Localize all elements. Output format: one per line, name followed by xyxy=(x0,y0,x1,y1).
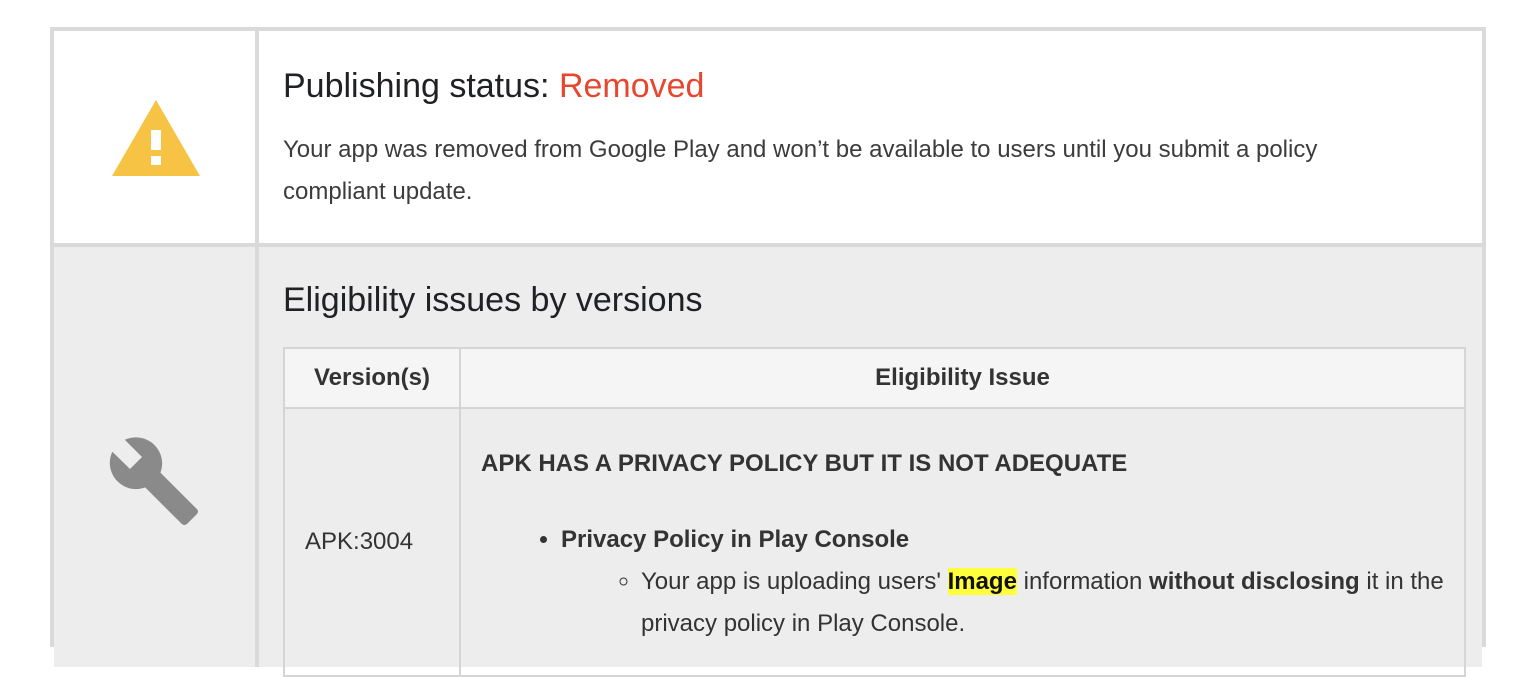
issue-list: Privacy Policy in Play Console Your app … xyxy=(481,519,1444,645)
list-item: Your app is uploading users' Image infor… xyxy=(641,561,1444,645)
wrench-icon xyxy=(109,437,198,525)
eligibility-content: Eligibility issues by versions Version(s… xyxy=(259,247,1482,677)
issue-detail-part1: Your app is uploading users' xyxy=(641,568,941,595)
status-icon-cell xyxy=(54,31,259,243)
eligibility-row: Eligibility issues by versions Version(s… xyxy=(54,243,1482,677)
highlighted-data-type: Image xyxy=(947,568,1017,595)
warning-icon xyxy=(112,100,200,176)
eligibility-title: Eligibility issues by versions xyxy=(283,281,703,319)
list-item: Privacy Policy in Play Console Your app … xyxy=(561,519,1444,645)
issue-sub-list: Your app is uploading users' Image infor… xyxy=(561,561,1444,645)
column-header-versions: Version(s) xyxy=(283,347,461,409)
issue-detail-strong: without disclosing xyxy=(1149,568,1360,595)
publishing-status-title: Publishing status: Removed xyxy=(283,63,704,109)
issue-detail-part2: information xyxy=(1023,568,1143,595)
publishing-status-row: Publishing status: Removed Your app was … xyxy=(54,31,1482,243)
issue-heading: APK HAS A PRIVACY POLICY BUT IT IS NOT A… xyxy=(481,450,1128,477)
eligibility-issues-table: Version(s) Eligibility Issue APK:3004 AP… xyxy=(283,347,1466,677)
version-cell: APK:3004 xyxy=(283,407,461,677)
eligibility-icon-cell xyxy=(54,247,259,667)
status-content: Publishing status: Removed Your app was … xyxy=(259,31,1482,243)
status-label: Publishing status: xyxy=(283,67,550,105)
status-description: Your app was removed from Google Play an… xyxy=(283,136,1318,205)
issue-bullet-label: Privacy Policy in Play Console xyxy=(561,526,910,553)
table-header-row: Version(s) Eligibility Issue xyxy=(283,347,1466,409)
column-header-issue: Eligibility Issue xyxy=(459,347,1466,409)
status-value: Removed xyxy=(558,67,705,105)
policy-status-panel: Publishing status: Removed Your app was … xyxy=(50,27,1486,677)
issue-cell: APK HAS A PRIVACY POLICY BUT IT IS NOT A… xyxy=(459,407,1466,677)
table-row: APK:3004 APK HAS A PRIVACY POLICY BUT IT… xyxy=(283,407,1466,677)
